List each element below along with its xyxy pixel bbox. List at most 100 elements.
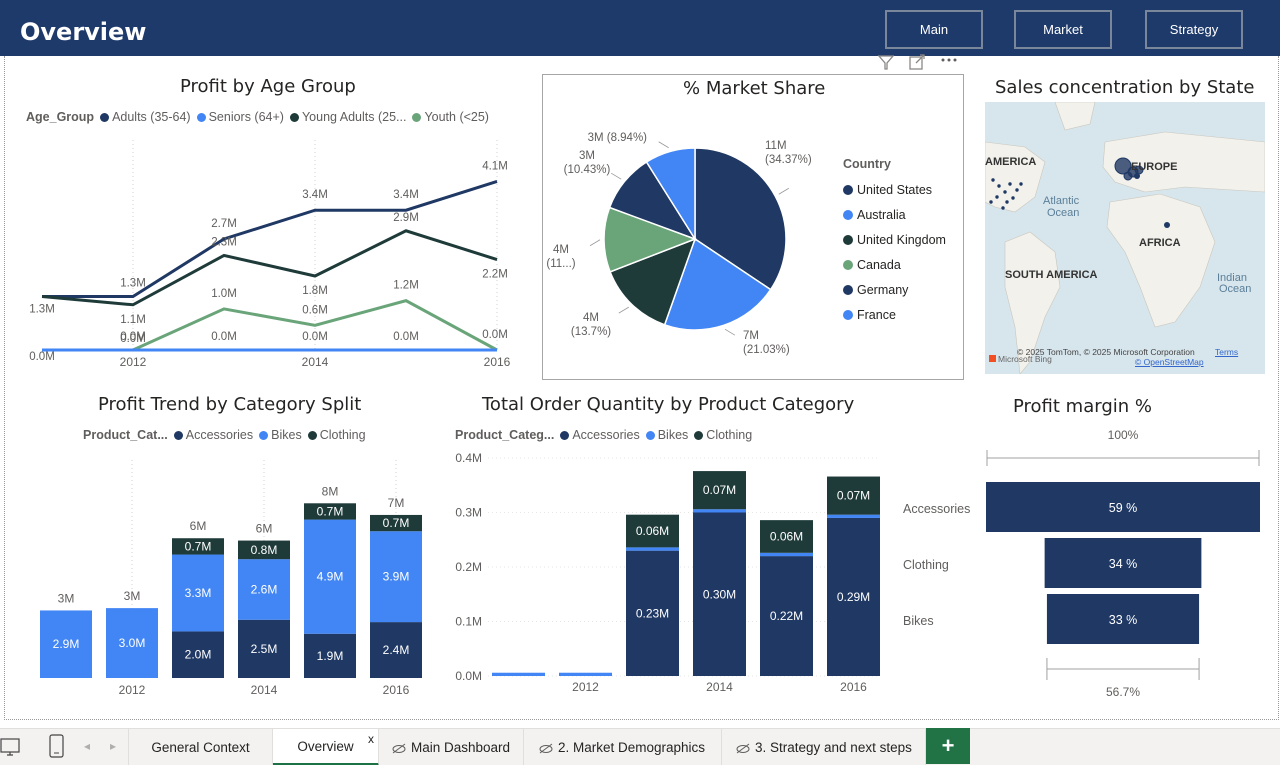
data-label: 1.3M [29,304,55,316]
age-legend-label: Youth (<25) [424,110,489,124]
leader-line [618,306,630,314]
bar-segment[interactable] [559,672,612,676]
pie-legend-item[interactable]: United States [843,177,946,202]
age-legend-item[interactable]: Young Adults (25... [289,110,406,124]
quantity-stacked-bar-chart[interactable]: 0.0M 0.1M 0.2M 0.3M 0.4M 0.23M 0.06M 0.30M 0.07M… [440,450,890,700]
legend-dot-icon [843,284,853,295]
market-share-pie[interactable]: 11M (34.37%) 7M (21.03%) 4M (13.7%) 4M (11...) 3… [543,75,843,375]
close-tab-icon[interactable]: x [368,732,374,746]
funnel-category-label: Clothing [903,558,949,572]
tab-label: 3. Strategy and next steps [755,740,912,755]
data-label: 2.0M [185,648,212,662]
legend-dot-icon [694,430,704,440]
x-tick-label: 2012 [120,355,147,369]
pie-legend-item[interactable]: United Kingdom [843,227,946,252]
legend-dot-icon [289,112,299,122]
data-label: 0.0M [482,329,508,341]
data-label: 3.3M [185,586,212,600]
legend-dot-icon [307,430,317,440]
data-label: 2.6M [251,582,278,596]
bar-segment[interactable] [827,514,880,518]
age-legend-item[interactable]: Adults (35-64) [100,110,191,124]
data-label: 0.23M [636,606,669,620]
data-label: 0.07M [837,489,870,503]
tab-market-demographics[interactable]: 2. Market Demographics [524,729,722,765]
pie-legend-item[interactable]: Germany [843,277,946,302]
data-label: 0.0M [120,331,146,343]
category-legend-label: Clothing [319,428,366,442]
quantity-legend-title: Product_Categ... [455,428,555,442]
y-tick-label: 0.2M [455,560,482,574]
legend-dot-icon [196,112,206,122]
data-label: 3.0M [119,636,146,650]
sales-map[interactable]: AMERICA EUROPE Atlantic Ocean AFRICA SOU… [985,102,1265,374]
category-legend-item[interactable]: Bikes [259,428,302,442]
pie-data-label: 3M (8.94%) [588,132,648,144]
legend-dot-icon [173,430,183,440]
mobile-layout-icon[interactable] [48,733,66,764]
more-options-icon[interactable] [941,58,957,62]
age-legend-label: Adults (35-64) [112,110,191,124]
nav-strategy-button[interactable]: Strategy [1145,10,1243,49]
quantity-legend-item[interactable]: Clothing [694,428,752,442]
tab-main-dashboard[interactable]: Main Dashboard [379,729,524,765]
market-share-visual[interactable]: % Market Share 11M (34.37%) 7M (21.03%) 4M (1… [542,74,964,380]
nav-market-button[interactable]: Market [1014,10,1112,49]
nav-main-button[interactable]: Main [885,10,983,49]
pie-legend-label: United Kingdom [857,232,946,247]
quantity-legend-label: Clothing [706,428,753,442]
bar-segment[interactable] [492,672,545,676]
map-terms-link[interactable]: Terms [1215,347,1238,357]
data-label: 0.8M [251,543,278,557]
pie-legend-item[interactable]: France [843,302,946,327]
map-title: Sales concentration by State [995,77,1255,98]
category-legend: Product_Cat... Accessories Bikes Clothin… [83,428,372,442]
desktop-layout-icon[interactable] [0,735,22,764]
age-legend-title: Age_Group [26,110,95,124]
pie-legend-item[interactable]: Australia [843,202,946,227]
data-label: 1.3M [120,278,146,290]
total-label: 7M [388,496,405,510]
next-page-icon[interactable]: ▸ [110,739,116,753]
focus-mode-icon[interactable] [909,54,925,70]
series-line[interactable] [41,229,498,307]
map-label: AMERICA [985,156,1037,168]
legend-dot-icon [560,430,570,440]
add-page-button[interactable]: + [926,728,970,764]
data-label: 0.7M [317,504,344,518]
total-label: 6M [256,522,273,536]
map-label: Atlantic [1043,195,1080,207]
profit-margin-funnel[interactable]: 100% 59 % Accessories 34 % Clothing 33 % Bikes… [895,420,1275,705]
category-legend-item[interactable]: Accessories [173,428,253,442]
pie-legend-label: United States [857,182,933,197]
microsoft-logo-icon [989,355,996,362]
age-legend-item[interactable]: Youth (<25) [412,110,489,124]
tab-overview[interactable]: Overview x [273,729,379,765]
pie-legend: Country United States Australia United K… [843,157,946,327]
quantity-legend-item[interactable]: Accessories [560,428,640,442]
series-line[interactable] [42,299,498,352]
quantity-legend-item[interactable]: Bikes [645,428,688,442]
pie-legend-label: Australia [857,207,906,222]
tab-strategy-next-steps[interactable]: 3. Strategy and next steps [722,729,926,765]
filter-icon[interactable] [877,55,895,70]
data-label: 0.22M [770,609,803,623]
bar-segment[interactable] [626,547,679,551]
pie-legend-item[interactable]: Canada [843,252,946,277]
legend-dot-icon [100,112,110,122]
x-tick-label: 2016 [840,680,867,694]
age-line-chart[interactable]: 1.3M 1.3M 2.7M 3.4M 3.4M 4.1M 1.1M 2.3M 1.8M 2.9M… [20,130,520,375]
data-label: 0.06M [636,524,669,538]
tab-general-context[interactable]: General Context [128,729,273,765]
prev-page-icon[interactable]: ◂ [84,739,90,753]
age-legend-item[interactable]: Seniors (64+) [196,110,284,124]
data-label: 4.9M [317,570,344,584]
bar-segment[interactable] [760,552,813,557]
funnel-value-label: 34 % [1109,557,1138,571]
map-osm-link[interactable]: © OpenStreetMap [1135,357,1204,367]
category-legend-item[interactable]: Clothing [307,428,366,442]
category-stacked-bar-chart[interactable]: 2.9M 3M 3.0M 3M 2.0M 3.3M 0.7M 6M 2.5M 2.6M 0.8M 6M… [30,450,440,700]
data-label: 0.0M [393,331,419,343]
funnel-value-label: 33 % [1109,613,1138,627]
bar-segment[interactable] [693,509,746,513]
